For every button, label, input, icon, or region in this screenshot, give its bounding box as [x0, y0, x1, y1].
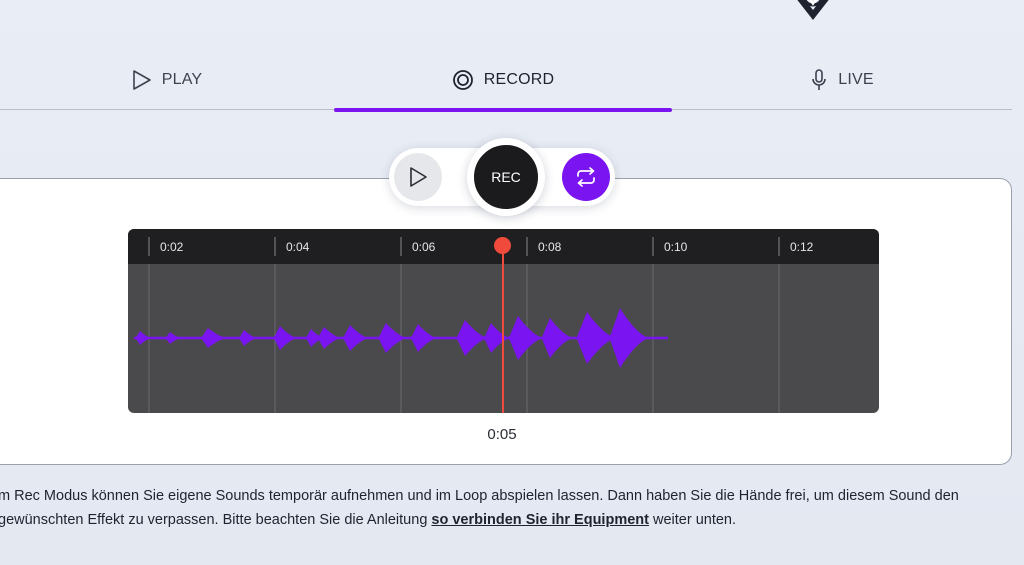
- loop-icon: [577, 167, 595, 187]
- audio-waveform: [134, 237, 780, 413]
- play-icon: [132, 70, 151, 90]
- loop-button[interactable]: [562, 153, 610, 201]
- tab-live[interactable]: LIVE: [672, 50, 1012, 110]
- record-icon: [452, 70, 473, 90]
- active-tab-indicator: [334, 108, 672, 112]
- transport-controls: REC: [389, 138, 615, 216]
- waveform-timeline[interactable]: 0:02 0:04 0:06 0:08 0:10 0:12: [128, 229, 879, 413]
- tab-label: PLAY: [161, 71, 203, 88]
- tab-play[interactable]: PLAY: [0, 50, 334, 110]
- microphone-icon: [812, 69, 827, 90]
- play-button[interactable]: [394, 153, 442, 201]
- tab-record[interactable]: RECORD: [334, 50, 672, 112]
- equipment-guide-link[interactable]: so verbinden Sie ihr Equipment: [431, 512, 649, 528]
- playhead-line: [502, 245, 504, 413]
- play-icon: [410, 167, 427, 187]
- tab-label: RECORD: [483, 71, 555, 88]
- tab-label: LIVE: [838, 71, 874, 88]
- playhead-handle[interactable]: [494, 237, 511, 254]
- rec-button[interactable]: REC: [470, 141, 542, 213]
- mode-tabs: PLAY RECORD LIVE: [0, 50, 1012, 112]
- brand-logo-icon: [797, 0, 829, 20]
- current-time-readout: 0:05: [487, 426, 517, 443]
- description-text: m Rec Modus können Sie eigene Sounds tem…: [0, 484, 1018, 532]
- description-text-after: weiter unten.: [648, 512, 737, 528]
